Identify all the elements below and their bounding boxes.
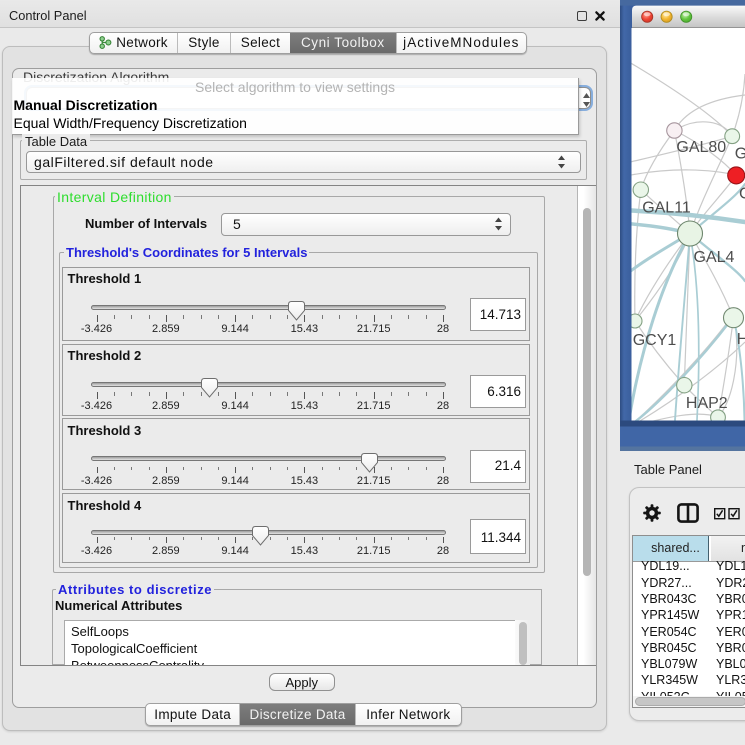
svg-text:GA: GA — [735, 146, 745, 163]
svg-text:GAL4: GAL4 — [694, 249, 735, 266]
svg-text:GCY1: GCY1 — [633, 332, 677, 349]
svg-text:GAL80: GAL80 — [676, 139, 726, 156]
svg-text:GAL11: GAL11 — [642, 200, 691, 217]
svg-text:H: H — [737, 331, 745, 348]
svg-text:C: C — [739, 186, 745, 203]
svg-text:HAP2: HAP2 — [686, 395, 728, 412]
